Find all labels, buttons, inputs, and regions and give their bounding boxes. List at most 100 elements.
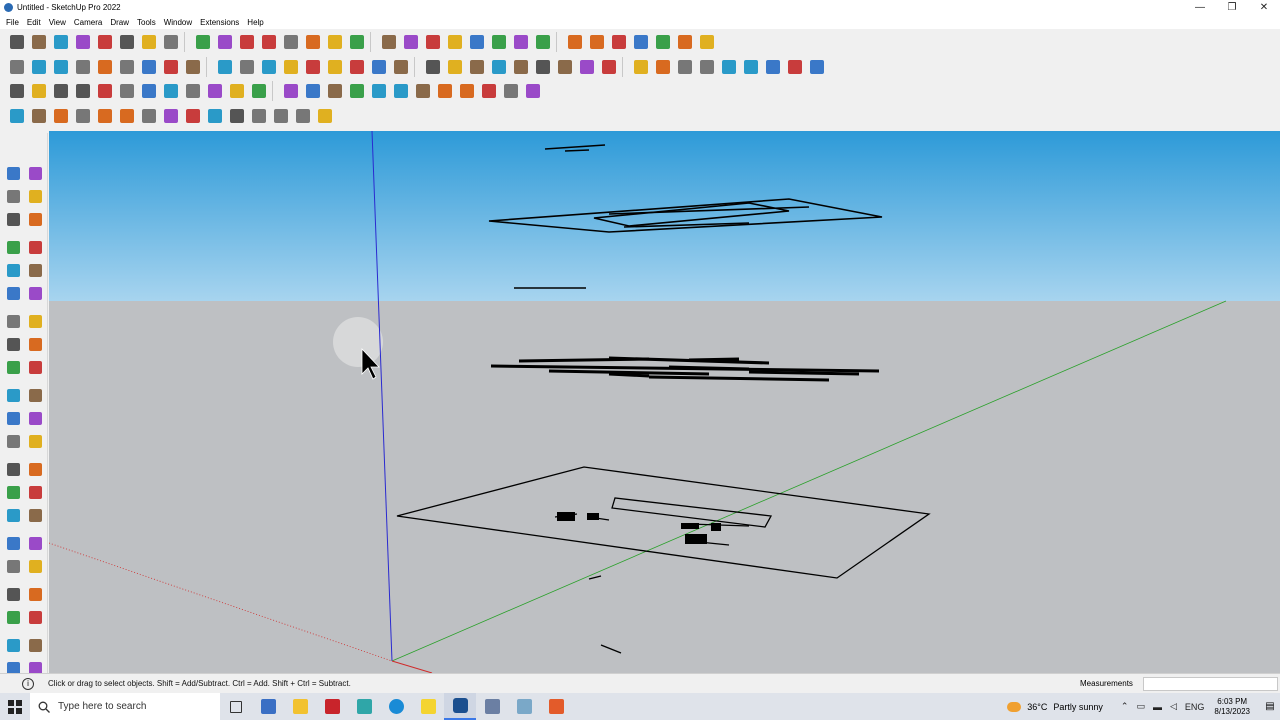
select-tool-icon[interactable]	[4, 164, 22, 182]
freehand-icon[interactable]	[577, 57, 597, 77]
bezier-icon[interactable]	[29, 106, 49, 126]
smoove-icon[interactable]	[467, 32, 487, 52]
hatch-icon[interactable]	[315, 106, 335, 126]
chamfer-icon[interactable]	[227, 81, 247, 101]
round-corner-icon[interactable]	[7, 106, 27, 126]
file-explorer-icon[interactable]	[284, 693, 316, 720]
extension-warehouse-icon[interactable]	[565, 32, 585, 52]
hidden-line-icon[interactable]	[281, 57, 301, 77]
protractor-tool-icon[interactable]	[4, 460, 22, 478]
tag-icon[interactable]	[95, 81, 115, 101]
grid-icon[interactable]	[501, 81, 521, 101]
taskbar-clock[interactable]: 6:03 PM 8/13/2023	[1214, 697, 1250, 717]
arc-icon[interactable]	[95, 32, 115, 52]
rotate-tool-icon[interactable]	[4, 386, 22, 404]
eraser-tool-icon[interactable]	[26, 187, 44, 205]
arc-tool-icon[interactable]	[4, 312, 22, 330]
volume-icon[interactable]: ◁	[1170, 701, 1177, 712]
components-icon[interactable]	[7, 57, 27, 77]
x-ray-icon[interactable]	[215, 57, 235, 77]
menu-draw[interactable]: Draw	[106, 18, 133, 27]
fredo-scale-icon[interactable]	[73, 106, 93, 126]
intersect-icon[interactable]	[95, 57, 115, 77]
loft-icon[interactable]	[271, 106, 291, 126]
zoom-extents-large-icon[interactable]	[4, 557, 22, 575]
stamp-icon[interactable]	[489, 32, 509, 52]
trim-icon[interactable]	[161, 57, 181, 77]
layout-app-icon[interactable]	[476, 693, 508, 720]
orbit-large-icon[interactable]	[4, 506, 22, 524]
polygon-tool-icon[interactable]	[26, 284, 44, 302]
outliner-icon[interactable]	[139, 81, 159, 101]
subtract-icon[interactable]	[139, 57, 159, 77]
info-icon[interactable]: i	[22, 677, 34, 690]
tape-measure-icon[interactable]	[259, 32, 279, 52]
pie-tool-icon[interactable]	[26, 312, 44, 330]
text-icon[interactable]	[281, 32, 301, 52]
store-app-icon[interactable]	[348, 693, 380, 720]
look-around-icon[interactable]	[457, 81, 477, 101]
curve-icon[interactable]	[249, 81, 269, 101]
component-instance-icon[interactable]	[51, 81, 71, 101]
dynamic-component-icon[interactable]	[697, 32, 717, 52]
push-pull-icon[interactable]	[139, 32, 159, 52]
zoom-extents-icon[interactable]	[401, 32, 421, 52]
orbit-tool-icon[interactable]	[26, 164, 44, 182]
sandbox-drape-icon[interactable]	[675, 57, 695, 77]
wrap-icon[interactable]	[227, 106, 247, 126]
dimension-tool-icon[interactable]	[26, 432, 44, 450]
rotate-icon[interactable]	[215, 32, 235, 52]
three-point-arc-icon[interactable]	[4, 335, 22, 353]
sandbox-scratch-large-icon[interactable]	[26, 636, 44, 654]
rotated-rectangle-icon[interactable]	[653, 57, 673, 77]
zoom-window-icon[interactable]	[379, 32, 399, 52]
maximize-button[interactable]: ❐	[1216, 0, 1248, 15]
paint-tool-icon[interactable]	[4, 187, 22, 205]
menu-file[interactable]: File	[2, 18, 23, 27]
menu-extensions[interactable]: Extensions	[196, 18, 243, 27]
menu-help[interactable]: Help	[243, 18, 267, 27]
sticky-notes-icon[interactable]	[412, 693, 444, 720]
follow-me-alt-icon[interactable]	[26, 386, 44, 404]
zoom-large-icon[interactable]	[4, 534, 22, 552]
curviloft-icon[interactable]	[95, 106, 115, 126]
undo-icon[interactable]	[653, 32, 673, 52]
group-icon[interactable]	[73, 81, 93, 101]
polygon-icon[interactable]	[599, 57, 619, 77]
sandbox-contours-large-icon[interactable]	[4, 636, 22, 654]
menu-tools[interactable]: Tools	[133, 18, 160, 27]
shape-bender-icon[interactable]	[139, 106, 159, 126]
language-indicator[interactable]: ENG	[1185, 702, 1205, 712]
selection-toys-icon[interactable]	[523, 81, 543, 101]
measurements-input[interactable]	[1143, 677, 1278, 691]
extension-manager-icon[interactable]	[609, 32, 629, 52]
sandbox-from-contours-icon[interactable]	[423, 32, 443, 52]
meet-now-icon[interactable]: ▭	[1136, 701, 1145, 712]
warehouse-icon[interactable]	[533, 32, 553, 52]
back-edges-icon[interactable]	[237, 57, 257, 77]
make-unique-icon[interactable]	[391, 81, 411, 101]
fillet-icon[interactable]	[205, 81, 225, 101]
extrude-icon[interactable]	[249, 106, 269, 126]
weld-icon[interactable]	[369, 81, 389, 101]
network-icon[interactable]: ▬	[1153, 702, 1162, 712]
joint-push-pull-icon[interactable]	[51, 106, 71, 126]
shaded-icon[interactable]	[303, 57, 323, 77]
pan-icon[interactable]	[347, 32, 367, 52]
scale-icon[interactable]	[237, 32, 257, 52]
left-view-icon[interactable]	[489, 57, 509, 77]
previous-view-icon[interactable]	[26, 557, 44, 575]
task-view-icon[interactable]	[220, 693, 252, 720]
account-icon[interactable]	[511, 32, 531, 52]
back-view-icon[interactable]	[467, 57, 487, 77]
entity-info-icon[interactable]	[161, 81, 181, 101]
weather-widget[interactable]: 36°C Partly sunny	[1007, 701, 1103, 712]
monochrome-icon[interactable]	[347, 57, 367, 77]
wireframe-icon[interactable]	[259, 57, 279, 77]
sketchup-taskbar-icon[interactable]	[444, 693, 476, 720]
push-pull-tool-icon[interactable]	[26, 358, 44, 376]
section-fill-icon[interactable]	[479, 81, 499, 101]
circle-tool-icon[interactable]	[4, 284, 22, 302]
notifications-icon[interactable]: ▤	[1260, 701, 1280, 712]
menu-view[interactable]: View	[45, 18, 70, 27]
